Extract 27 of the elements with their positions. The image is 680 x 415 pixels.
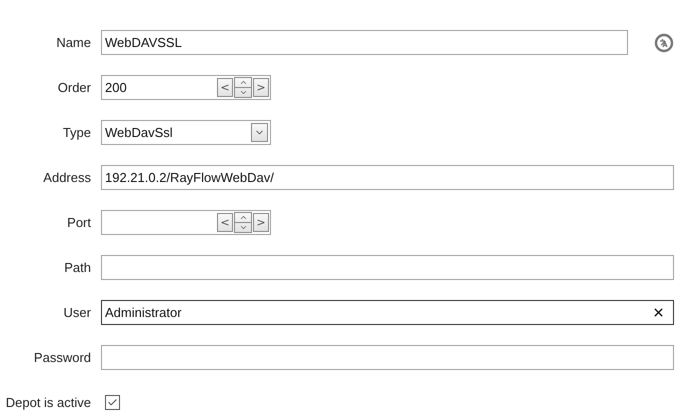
chevron-down-icon[interactable] xyxy=(251,123,268,142)
field-label: Port xyxy=(66,215,91,230)
number-field[interactable]: 200 < > xyxy=(101,75,271,100)
translate-icon[interactable] xyxy=(654,32,674,52)
text-field[interactable]: Administrator xyxy=(101,300,674,325)
field-label: Type xyxy=(62,125,91,140)
checkmark-icon xyxy=(107,397,118,408)
field-label: Name xyxy=(55,35,91,50)
previous-button[interactable]: < xyxy=(217,78,233,97)
field-label: Address xyxy=(42,170,91,185)
field-label: Order xyxy=(56,80,91,95)
number-field[interactable]: < > xyxy=(101,210,271,235)
next-button[interactable]: > xyxy=(253,78,269,97)
field-label: Depot is active xyxy=(4,395,91,410)
previous-button[interactable]: < xyxy=(217,213,233,232)
text-field[interactable]: 192.21.0.2/RayFlowWebDav/ xyxy=(101,165,674,190)
down-icon[interactable] xyxy=(235,222,251,232)
text-field[interactable]: WebDAVSSL xyxy=(101,30,628,55)
password-field[interactable] xyxy=(101,345,674,370)
field-label: Password xyxy=(32,350,91,365)
next-button[interactable]: > xyxy=(253,213,269,232)
field-label: Path xyxy=(63,260,91,275)
down-icon[interactable] xyxy=(235,87,251,97)
field-label: User xyxy=(62,305,91,320)
type-dropdown[interactable]: WebDavSsl xyxy=(101,120,271,145)
checkbox[interactable] xyxy=(105,395,120,410)
text-field[interactable] xyxy=(101,255,674,280)
